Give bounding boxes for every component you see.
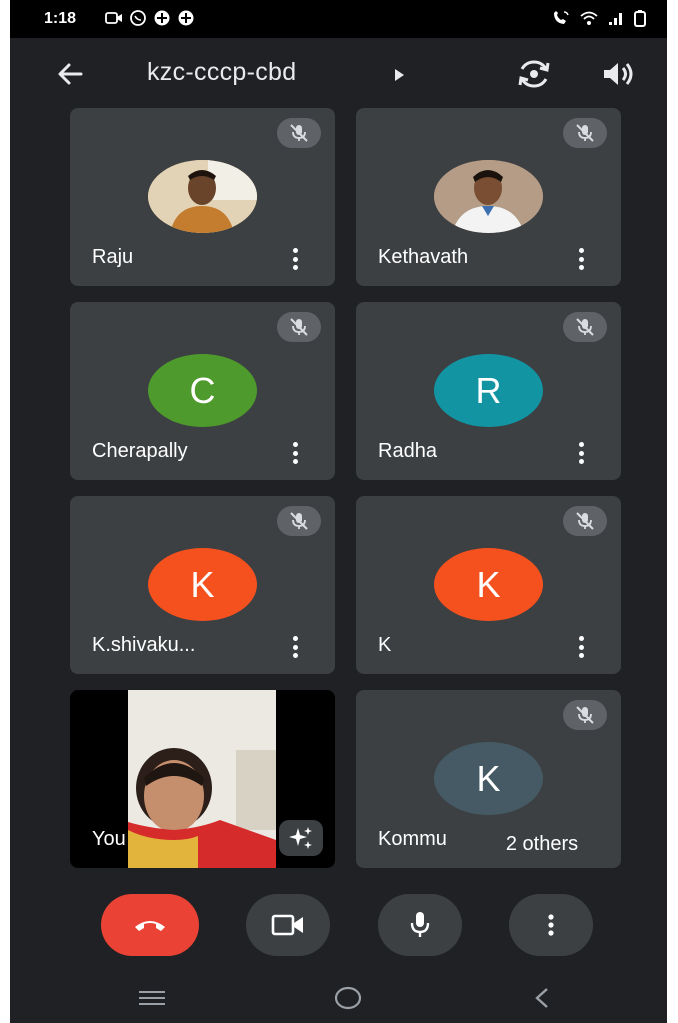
- participant-photo: [434, 160, 543, 233]
- caret-right-icon[interactable]: [393, 68, 405, 82]
- more-options-button[interactable]: [509, 894, 593, 956]
- participant-avatar: K: [148, 548, 257, 621]
- participant-tile[interactable]: K K.shivaku...: [70, 496, 335, 674]
- mic-off-icon: [277, 118, 321, 148]
- avatar-initial: R: [475, 369, 502, 411]
- participant-name: K.shivaku...: [92, 634, 196, 656]
- self-name: You: [92, 828, 126, 850]
- whatsapp-icon: [130, 10, 146, 26]
- participant-tile[interactable]: R Radha: [356, 302, 621, 480]
- microphone-button[interactable]: [378, 894, 462, 956]
- end-call-button[interactable]: [101, 894, 199, 956]
- others-chip[interactable]: 2 others: [472, 825, 612, 863]
- switch-camera-icon: [518, 60, 550, 88]
- mic-off-icon: [277, 312, 321, 342]
- game-controller-icon: [178, 10, 194, 26]
- switch-camera-button[interactable]: [514, 56, 554, 92]
- mic-off-icon: [563, 312, 607, 342]
- participant-name: Radha: [378, 440, 437, 462]
- avatar-initial: K: [476, 563, 501, 605]
- self-view-tile[interactable]: You: [70, 690, 335, 868]
- participant-tile[interactable]: C Cherapally: [70, 302, 335, 480]
- participant-tile[interactable]: Kethavath: [356, 108, 621, 286]
- meet-screen: 1:18 kzc-cccp-cbd Raju Kethavath C Chera…: [10, 0, 667, 1023]
- mic-off-icon: [277, 506, 321, 536]
- audio-output-button[interactable]: [598, 56, 638, 92]
- participant-tile[interactable]: K K: [356, 496, 621, 674]
- wifi-icon: [580, 11, 598, 25]
- microphone-icon: [410, 912, 430, 937]
- participant-avatar: R: [434, 354, 543, 427]
- signal-icon: [609, 13, 622, 25]
- participant-avatar: K: [434, 548, 543, 621]
- participant-more-button[interactable]: [571, 440, 591, 466]
- game-controller-icon: [154, 10, 170, 26]
- avatar-initial: C: [189, 369, 216, 411]
- participant-avatar: K: [434, 742, 543, 815]
- participant-more-button[interactable]: [285, 246, 305, 272]
- speaker-icon: [604, 63, 633, 85]
- wifi-calling-icon: [554, 11, 569, 24]
- mic-off-icon: [563, 118, 607, 148]
- participant-tile[interactable]: Raju: [70, 108, 335, 286]
- participant-more-button[interactable]: [285, 634, 305, 660]
- self-video: [128, 690, 276, 868]
- call-controls: [10, 880, 667, 970]
- mic-off-icon: [563, 700, 607, 730]
- mic-off-icon: [563, 506, 607, 536]
- status-time: 1:18: [44, 10, 77, 27]
- system-navigation-bar: [10, 972, 667, 1023]
- participant-photo: [148, 160, 257, 233]
- participant-more-button[interactable]: [571, 634, 591, 660]
- participant-name: K: [378, 634, 392, 656]
- system-icons: [551, 9, 647, 27]
- back-button[interactable]: [52, 56, 88, 92]
- nav-back-button[interactable]: [522, 984, 562, 1012]
- participant-name: Kommu: [378, 828, 447, 850]
- end-call-icon: [135, 921, 165, 931]
- participant-name: Raju: [92, 246, 134, 268]
- status-bar: 1:18: [10, 0, 667, 38]
- avatar-initial: K: [190, 563, 215, 605]
- camera-button[interactable]: [246, 894, 330, 956]
- back-icon: [535, 988, 548, 1008]
- more-vertical-icon: [548, 914, 554, 936]
- avatar-initial: K: [476, 757, 501, 799]
- call-header: kzc-cccp-cbd: [10, 40, 667, 106]
- recents-button[interactable]: [132, 984, 172, 1012]
- effects-button[interactable]: [279, 820, 323, 856]
- sparkle-icon: [289, 827, 312, 849]
- battery-icon: [634, 10, 646, 27]
- video-camera-icon: [271, 914, 303, 936]
- participant-avatar: C: [148, 354, 257, 427]
- arrow-back-icon: [58, 63, 83, 85]
- home-icon: [334, 986, 362, 1010]
- notification-icons: [105, 9, 195, 27]
- participant-name: Cherapally: [92, 440, 188, 462]
- participant-name: Kethavath: [378, 246, 469, 268]
- recents-icon: [139, 991, 165, 1005]
- home-button[interactable]: [328, 984, 368, 1012]
- participant-more-button[interactable]: [571, 246, 591, 272]
- video-call-icon: [105, 12, 122, 24]
- meeting-code[interactable]: kzc-cccp-cbd: [147, 58, 296, 87]
- participant-more-button[interactable]: [285, 440, 305, 466]
